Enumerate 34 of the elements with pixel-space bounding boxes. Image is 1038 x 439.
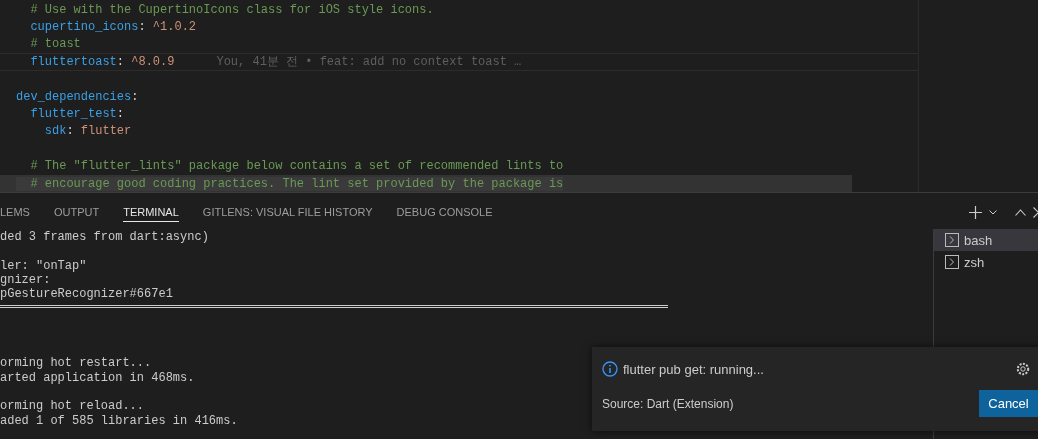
panel-tab[interactable]: TERMINAL <box>123 202 179 222</box>
code-line: fluttertoast: ^8.0.9 <box>29 54 175 69</box>
code-line: # toast <box>29 37 81 52</box>
notification-message: flutter pub get: running... <box>623 361 765 377</box>
terminal-session[interactable]: bash <box>934 229 1038 251</box>
code-line: flutter_test: <box>29 107 125 122</box>
code-line: dev_dependencies: <box>16 89 139 104</box>
code-line: sdk: flutter <box>43 124 132 139</box>
code-line: cupertino_icons: ^1.0.2 <box>29 20 197 35</box>
blame-annotation: You, 41분 전 • feat: add no context toast … <box>216 54 522 71</box>
settings-icon[interactable] <box>1016 362 1030 376</box>
plus-icon[interactable] <box>969 205 982 219</box>
panel-tab[interactable]: LEMS <box>0 202 30 222</box>
terminal-line: ler: "onTap" <box>0 258 87 273</box>
terminal-line: aded 1 of 585 libraries in 416ms. <box>0 413 238 428</box>
terminal-line: pGestureRecognizer#667e1 <box>0 287 173 302</box>
panel-tab[interactable]: GITLENS: VISUAL FILE HISTORY <box>202 202 373 222</box>
terminal-line: orming hot reload... <box>0 399 145 414</box>
notification-source: Source: Dart (Extension) <box>602 396 735 411</box>
panel-tab[interactable]: OUTPUT <box>53 202 100 222</box>
chevron-up-icon[interactable] <box>1015 208 1026 216</box>
chevron-down-icon[interactable] <box>989 209 997 215</box>
terminal-line: ded 3 frames from dart:async) <box>0 230 209 245</box>
info-icon <box>602 361 618 377</box>
panel-tab[interactable]: DEBUG CONSOLE <box>396 202 493 222</box>
terminal-session[interactable]: zsh <box>934 251 1038 273</box>
terminal-line: gnizer: <box>0 272 51 288</box>
code-line: # The "flutter_lints" package below contains a set of recommended lints to <box>29 159 564 174</box>
code-line: # Use with the CupertinoIcons class for iOS style icons. <box>29 2 434 17</box>
terminal-icon <box>945 255 959 269</box>
terminal-line: arted application in 468ms. <box>0 370 195 385</box>
cancel-button[interactable]: Cancel <box>979 390 1038 417</box>
terminal-icon <box>945 233 959 247</box>
terminal-line: orming hot restart... <box>0 356 152 371</box>
